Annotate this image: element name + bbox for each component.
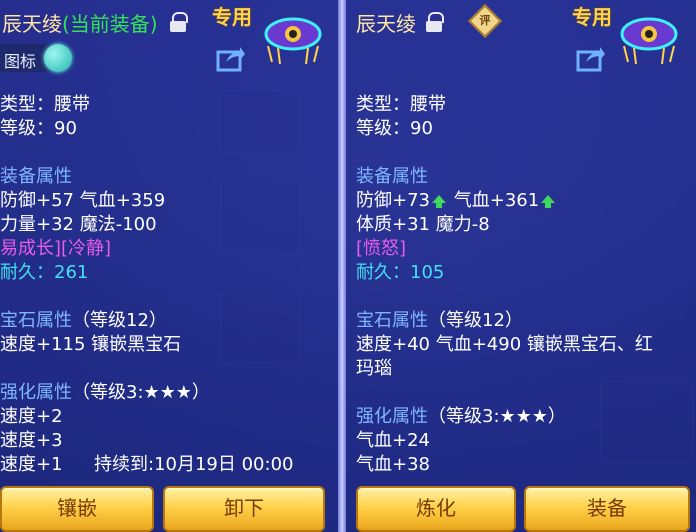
right-item-tooltip: 辰天绫 专用 类型：腰带 等级：90 装备属性 防御+73 气血+361 体质+… bbox=[346, 0, 696, 532]
refine-button[interactable]: 炼化 bbox=[356, 486, 516, 532]
item-title: 辰天绫(当前装备) bbox=[2, 12, 158, 36]
left-item-tooltip: 辰天绫(当前装备) 专用 图标 类型：腰带 等级：90 装备属性 防御+57 气… bbox=[0, 0, 338, 532]
attr-line: 防御+73 气血+361 bbox=[356, 190, 557, 212]
equip-attr-header: 装备属性 bbox=[0, 166, 72, 187]
level-line: 等级：90 bbox=[356, 118, 433, 139]
share-icon[interactable] bbox=[216, 44, 246, 72]
inlay-button[interactable]: 镶嵌 bbox=[0, 486, 154, 532]
enhance-line: 速度+1 bbox=[0, 454, 63, 475]
durability-line: 耐久：261 bbox=[0, 262, 89, 283]
gem-attr-header: 宝石属性（等级12） bbox=[0, 310, 167, 331]
enhance-line: 速度+3 bbox=[0, 430, 63, 451]
level-line: 等级：90 bbox=[0, 118, 77, 139]
special-attr-line: [愤怒] bbox=[356, 238, 407, 259]
current-equip-label: (当前装备) bbox=[62, 12, 158, 36]
duration-text: 持续到:10月19日 00:00 bbox=[94, 454, 294, 475]
exclusive-label: 专用 bbox=[572, 5, 612, 29]
enhance-line: 气血+38 bbox=[356, 454, 430, 475]
attr-line: 体质+31 魔力-8 bbox=[356, 214, 490, 235]
type-line: 类型：腰带 bbox=[356, 94, 446, 115]
enhance-line: 气血+24 bbox=[356, 430, 430, 451]
toggle-knob[interactable] bbox=[44, 44, 72, 72]
special-attr-line: 易成长][冷静] bbox=[0, 238, 112, 259]
enhance-line: 速度+2 bbox=[0, 406, 63, 427]
icon-toggle-label: 图标 bbox=[4, 52, 37, 71]
green-arrow-up-icon bbox=[432, 195, 446, 208]
unlock-icon[interactable] bbox=[170, 12, 188, 32]
attr-line: 防御+57 气血+359 bbox=[0, 190, 166, 211]
unequip-button[interactable]: 卸下 bbox=[163, 486, 325, 532]
gem-line: 速度+40 气血+490 镶嵌黑宝石、红 bbox=[356, 334, 653, 355]
unlock-icon[interactable] bbox=[426, 12, 444, 32]
enhance-attr-header: 强化属性（等级3:★★★） bbox=[356, 406, 566, 427]
mask-emblem-icon bbox=[620, 17, 678, 65]
share-icon[interactable] bbox=[576, 44, 606, 72]
equip-attr-header: 装备属性 bbox=[356, 166, 428, 187]
gem-line: 速度+115 镶嵌黑宝石 bbox=[0, 334, 182, 355]
gem-line: 玛瑙 bbox=[356, 358, 392, 379]
durability-line: 耐久：105 bbox=[356, 262, 445, 283]
mask-emblem-icon bbox=[264, 17, 322, 65]
exclusive-label: 专用 bbox=[212, 5, 252, 29]
green-arrow-up-icon bbox=[541, 195, 556, 208]
equip-button[interactable]: 装备 bbox=[524, 486, 690, 532]
attr-line: 力量+32 魔法-100 bbox=[0, 214, 157, 235]
enhance-attr-header: 强化属性（等级3:★★★） bbox=[0, 382, 210, 403]
item-title: 辰天绫 bbox=[356, 12, 416, 36]
panel-divider bbox=[338, 0, 346, 532]
icon-toggle[interactable]: 图标 bbox=[0, 44, 74, 72]
gem-attr-header: 宝石属性（等级12） bbox=[356, 310, 523, 331]
type-line: 类型：腰带 bbox=[0, 94, 90, 115]
